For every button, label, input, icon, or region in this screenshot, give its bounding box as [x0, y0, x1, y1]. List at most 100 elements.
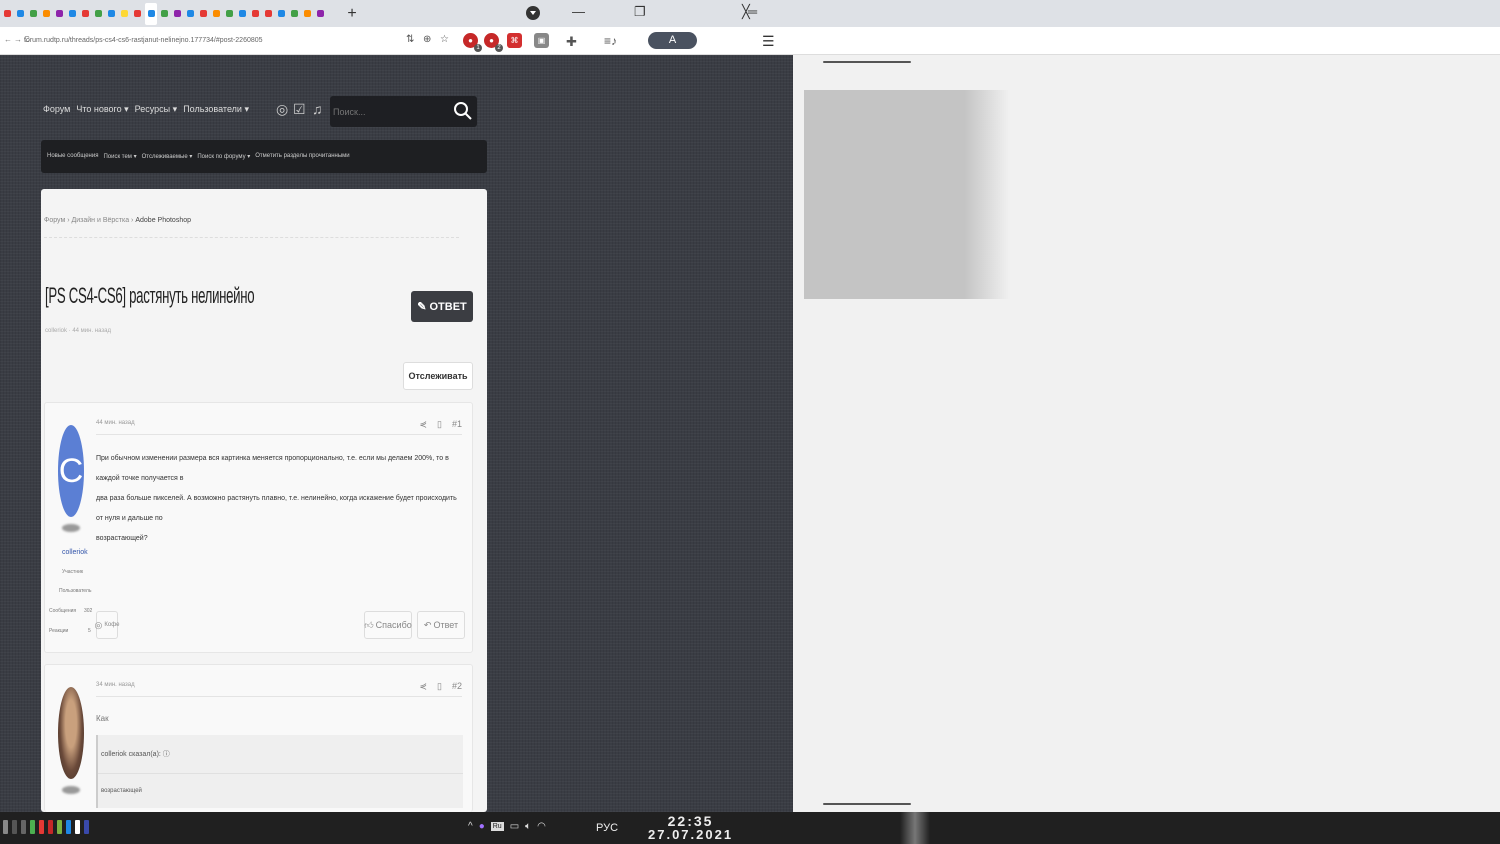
browser-tab[interactable]	[224, 3, 235, 25]
watch-button[interactable]: Отслеживать	[403, 362, 473, 390]
browser-tab[interactable]	[2, 3, 13, 25]
volume-icon[interactable]: 🔈︎	[525, 821, 531, 832]
taskbar-app[interactable]	[75, 820, 80, 834]
nav-users[interactable]: Пользователи ▾	[183, 104, 249, 115]
reply-button[interactable]: ✎ ОТВЕТ	[411, 291, 473, 322]
search-input[interactable]	[333, 100, 451, 123]
extension-icon[interactable]: ● 2	[484, 33, 503, 52]
quote-author[interactable]: colleriok сказал(а): ⓘ	[98, 735, 463, 774]
browser-tab[interactable]	[15, 3, 26, 25]
taskbar-app[interactable]	[66, 820, 71, 834]
restore-icon[interactable]: ❐	[634, 4, 646, 20]
browser-tab[interactable]	[198, 3, 209, 25]
browser-tab[interactable]	[276, 3, 287, 25]
subnav-mark-read[interactable]: Отметить разделы прочитанными	[255, 153, 349, 160]
zoom-icon[interactable]: ⊕	[423, 34, 431, 45]
battery-icon[interactable]: ▭	[510, 821, 519, 832]
clock-time: 22:35	[667, 813, 714, 829]
adblock-extension-icon[interactable]: ● 1	[463, 33, 482, 52]
post-number[interactable]: #1	[452, 419, 462, 430]
post-date[interactable]: 34 мин. назад	[96, 682, 135, 688]
taskbar-app[interactable]	[39, 820, 44, 834]
share-icon[interactable]: ⋞	[419, 419, 427, 430]
browser-tab[interactable]	[106, 3, 117, 25]
browser-tab[interactable]	[119, 3, 130, 25]
breadcrumb-item[interactable]: Adobe Photoshop	[135, 217, 191, 224]
browser-tab[interactable]	[67, 3, 78, 25]
browser-tab[interactable]	[237, 3, 248, 25]
tab-list	[0, 0, 328, 27]
avatar[interactable]: C	[58, 425, 84, 517]
bookmark-icon[interactable]: ▯	[437, 681, 442, 692]
coffee-button[interactable]: ◎ Кофе	[95, 611, 119, 639]
wifi-icon[interactable]: ◠	[537, 821, 546, 832]
browser-tab[interactable]	[250, 3, 261, 25]
browser-tab[interactable]	[54, 3, 65, 25]
tab-favicon-icon	[317, 10, 324, 17]
keyboard-layout-icon[interactable]: Ru	[490, 822, 504, 831]
taskbar-app[interactable]	[30, 820, 35, 834]
post-date[interactable]: 44 мин. назад	[96, 420, 135, 426]
subnav-watched[interactable]: Отслеживаемые ▾	[142, 153, 193, 160]
avatar[interactable]	[58, 687, 84, 779]
bell-icon[interactable]: ♫	[312, 101, 323, 117]
browser-tab[interactable]	[159, 3, 170, 25]
chevron-up-icon[interactable]: ^	[468, 821, 473, 832]
share-icon[interactable]: ⋞	[419, 681, 427, 692]
breadcrumb-item[interactable]: Дизайн и Вёрстка	[72, 217, 130, 224]
start-button[interactable]	[3, 820, 8, 834]
pdf-extension-icon[interactable]: ⌘	[507, 33, 522, 48]
new-tab-button[interactable]: +	[342, 5, 362, 23]
tab-favicon-icon	[56, 10, 63, 17]
browser-tab[interactable]	[132, 3, 143, 25]
screenshot-extension-icon[interactable]: ▣	[534, 33, 549, 48]
browser-tab[interactable]	[263, 3, 274, 25]
subnav-find-threads[interactable]: Поиск тем ▾	[103, 153, 136, 160]
bookmark-icon[interactable]: ▯	[437, 419, 442, 430]
taskbar-app[interactable]	[21, 820, 26, 834]
profile-avatar[interactable]: A	[648, 32, 697, 49]
minimize-icon[interactable]: —	[572, 4, 585, 19]
viber-icon[interactable]: ●	[479, 821, 485, 832]
media-playlist-icon[interactable]: ≡♪	[604, 34, 617, 48]
bookmark-star-icon[interactable]: ☆	[440, 34, 449, 45]
breadcrumb-item[interactable]: Форум	[44, 217, 65, 224]
browser-tab[interactable]	[41, 3, 52, 25]
subnav-new-posts[interactable]: Новые сообщения	[47, 153, 98, 160]
address-bar[interactable]: forum.rudtp.ru/threads/ps-cs4-cs6-rastja…	[24, 37, 263, 44]
browser-tab[interactable]	[211, 3, 222, 25]
taskbar-app[interactable]	[48, 820, 53, 834]
thanks-button[interactable]: 👍︎ Спасибо	[364, 611, 412, 639]
browser-tab[interactable]	[302, 3, 313, 25]
coin-icon[interactable]: ◎	[276, 101, 288, 118]
browser-tab[interactable]	[172, 3, 183, 25]
close-icon[interactable]: ╳═	[742, 4, 757, 20]
browser-tab[interactable]	[185, 3, 196, 25]
language-indicator[interactable]: РУС	[596, 822, 618, 834]
nav-forum[interactable]: Форум	[43, 104, 70, 115]
browser-tab[interactable]	[145, 2, 157, 25]
taskbar-app[interactable]	[57, 820, 62, 834]
show-desktop-button[interactable]	[900, 812, 930, 844]
nav-resources[interactable]: Ресурсы ▾	[135, 104, 178, 115]
browser-tab[interactable]	[315, 3, 326, 25]
post-number[interactable]: #2	[452, 681, 462, 692]
search-icon[interactable]	[453, 100, 473, 122]
browser-tab[interactable]	[93, 3, 104, 25]
browser-tab[interactable]	[289, 3, 300, 25]
subnav-search-forums[interactable]: Поиск по форуму ▾	[197, 153, 250, 160]
reply-quote-button[interactable]: ↶ Ответ	[417, 611, 465, 639]
puzzle-extensions-icon[interactable]: ✚	[566, 34, 577, 50]
taskbar-app[interactable]	[84, 820, 89, 834]
browser-menu-icon[interactable]: ☰	[762, 33, 775, 50]
inbox-icon[interactable]: ☑	[293, 101, 306, 118]
browser-tab[interactable]	[28, 3, 39, 25]
browser-tab[interactable]	[80, 3, 91, 25]
translate-icon[interactable]: ⇅	[406, 34, 414, 45]
username[interactable]: colleriok	[62, 549, 88, 556]
clock[interactable]: 22:35 27.07.2021	[648, 814, 733, 842]
taskbar-app[interactable]	[12, 820, 17, 834]
nav-whats-new[interactable]: Что нового ▾	[76, 104, 128, 115]
tab-search-icon[interactable]	[526, 6, 540, 20]
tab-favicon-icon	[304, 10, 311, 17]
